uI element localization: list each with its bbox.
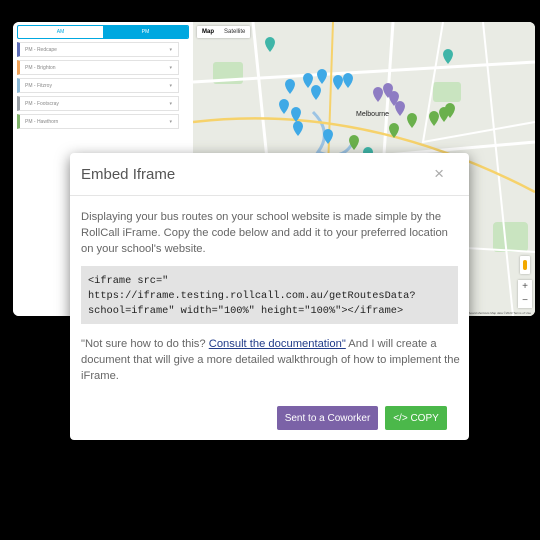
send-to-coworker-button[interactable]: Sent to a Coworker: [277, 406, 378, 430]
route-item-fitzroy[interactable]: PM - Fitzroy ▾: [17, 78, 179, 93]
route-item-label: PM - Footscray: [25, 101, 59, 107]
iframe-code-block: <iframe src=" https://iframe.testing.rol…: [81, 266, 458, 324]
code-line: <iframe src=": [88, 275, 169, 287]
chevron-down-icon: ▾: [169, 83, 172, 89]
route-item-label: PM - Hawthorn: [25, 119, 59, 125]
pm-toggle-button[interactable]: PM: [103, 26, 188, 38]
modal-help-text: "Not sure how to do this? Consult the do…: [81, 336, 461, 384]
route-item-redcape[interactable]: PM - Redcape ▾: [17, 42, 179, 57]
am-pm-toggle: AM PM: [17, 25, 189, 39]
route-item-label: PM - Fitzroy: [25, 83, 52, 89]
zoom-control: + −: [518, 280, 532, 308]
zoom-out-button[interactable]: −: [518, 294, 532, 308]
modal-intro-text: Displaying your bus routes on your schoo…: [81, 211, 448, 255]
embed-iframe-modal: Embed Iframe × Displaying your bus route…: [70, 153, 469, 440]
modal-title: Embed Iframe: [81, 166, 176, 183]
am-toggle-button[interactable]: AM: [18, 26, 103, 38]
route-item-footscray[interactable]: PM - Footscray ▾: [17, 96, 179, 111]
documentation-link[interactable]: Consult the documentation": [209, 338, 346, 350]
modal-header: Embed Iframe ×: [70, 153, 469, 196]
route-list: PM - Redcape ▾ PM - Brighton ▾ PM - Fitz…: [17, 42, 179, 132]
chevron-down-icon: ▾: [169, 101, 172, 107]
chevron-down-icon: ▾: [169, 47, 172, 53]
map-attribution: Keyboard shortcuts Map data ©2023 Terms …: [463, 311, 531, 315]
satellite-tab[interactable]: Satellite: [219, 26, 250, 38]
chevron-down-icon: ▾: [169, 65, 172, 71]
map-tab[interactable]: Map: [197, 26, 219, 38]
route-item-hawthorn[interactable]: PM - Hawthorn ▾: [17, 114, 179, 129]
close-icon[interactable]: ×: [434, 164, 444, 184]
map-city-label: Melbourne: [356, 111, 390, 118]
zoom-in-button[interactable]: +: [518, 280, 532, 294]
route-item-label: PM - Brighton: [25, 65, 56, 71]
route-item-brighton[interactable]: PM - Brighton ▾: [17, 60, 179, 75]
code-line: https://iframe.testing.rollcall.com.au/g…: [88, 290, 416, 302]
copy-code-button[interactable]: </> COPY: [385, 406, 447, 430]
help-prefix: "Not sure how to do this?: [81, 338, 209, 350]
route-item-label: PM - Redcape: [25, 47, 57, 53]
street-view-pegman-icon[interactable]: [520, 256, 530, 274]
chevron-down-icon: ▾: [169, 119, 172, 125]
code-line: school=iframe" width="100%" height="100%…: [88, 305, 404, 317]
map-type-tabs: Map Satellite: [197, 26, 251, 38]
